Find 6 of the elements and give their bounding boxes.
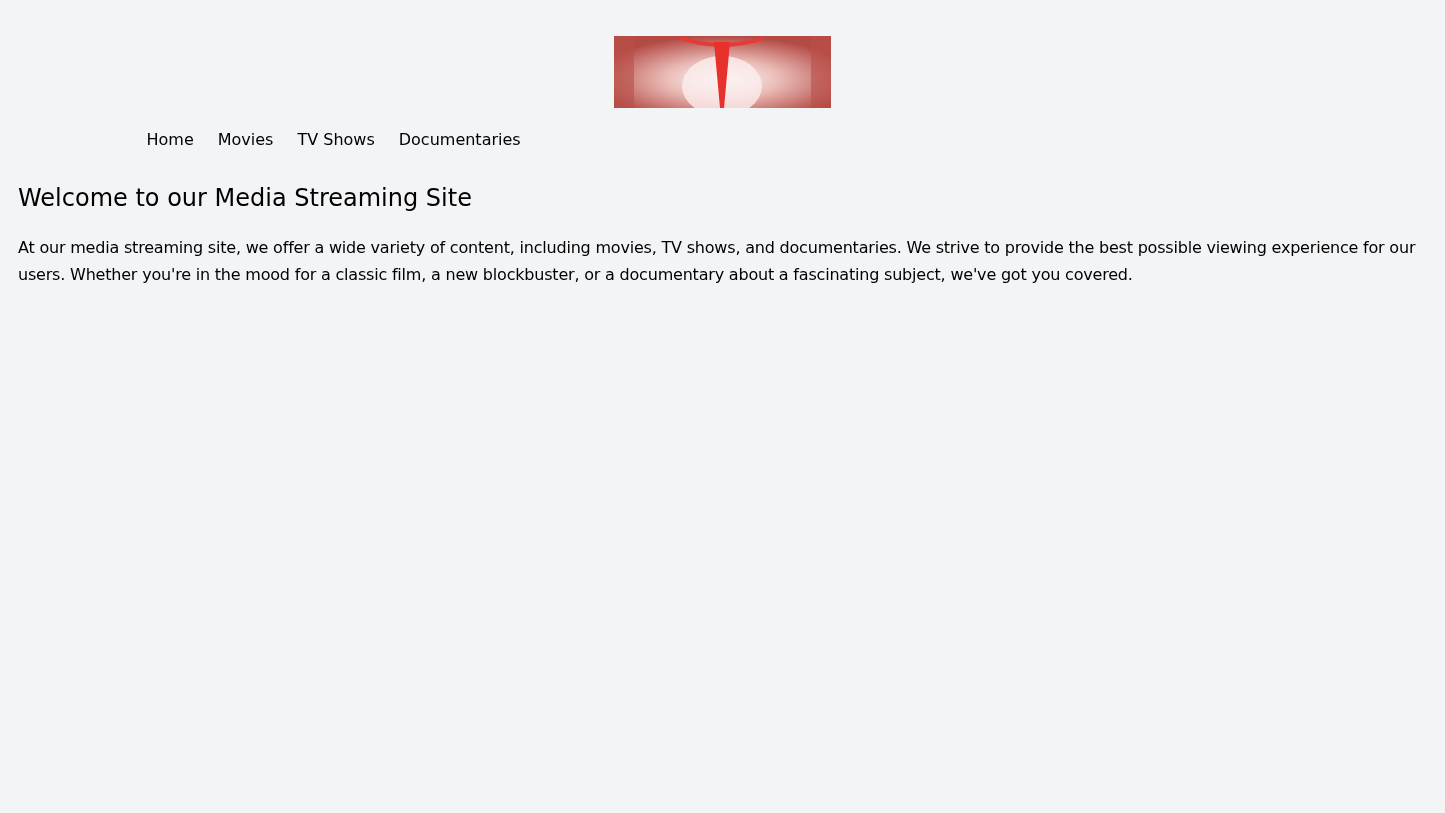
page-heading: Welcome to our Media Streaming Site: [18, 183, 473, 214]
intro-paragraph: At our media streaming site, we offer a wide variety of content, including movies, TV shows, and documentaries. We strive to provide the best possible viewing experience for our users. Whether you're in the mood for a classic film, a new blockbuster, or a documentary about a fascinating subject, we've got you covered.: [18, 237, 1417, 286]
nav-link[interactable]: TV Shows: [297, 128, 375, 152]
nav-link[interactable]: Movies: [217, 128, 274, 152]
nav-link[interactable]: Home: [146, 128, 194, 152]
nav-link[interactable]: Documentaries: [398, 128, 521, 152]
